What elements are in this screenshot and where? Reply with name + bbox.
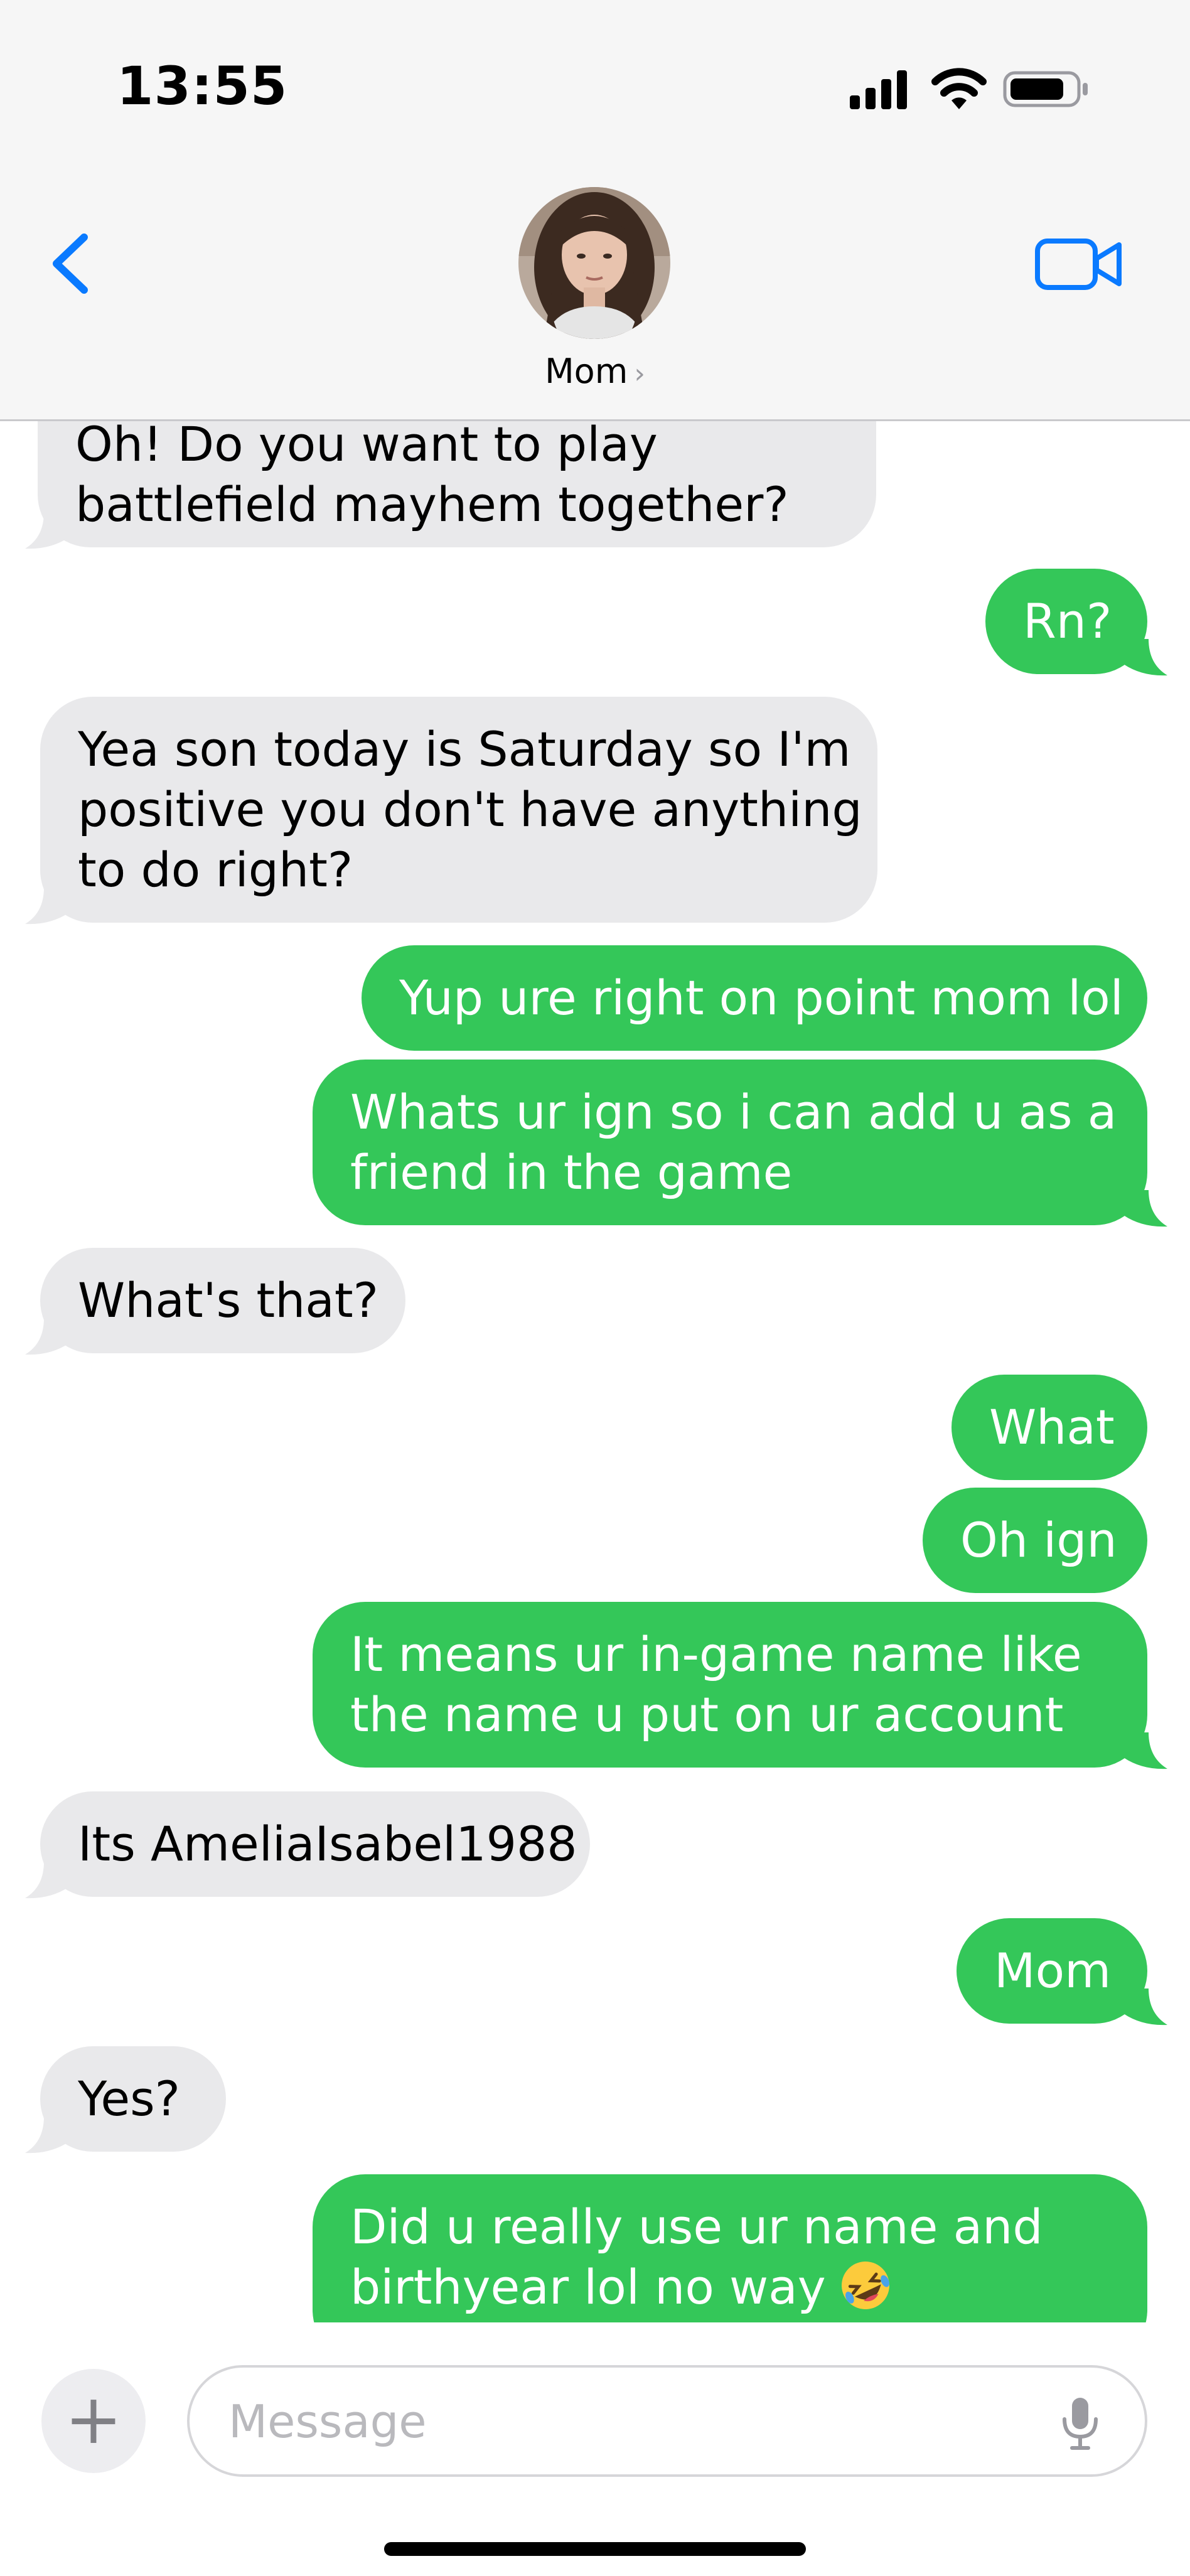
received-bubble-tail <box>25 1318 69 1355</box>
sent-message-bubble[interactable]: Did u really use ur name and birthyear l… <box>313 2174 1147 2322</box>
rolling-on-floor-laughing-emoji <box>841 2262 889 2309</box>
sent-message-bubble[interactable]: It means ur in-game name like the name u… <box>313 1602 1147 1768</box>
message-line: Its AmeliaIsabel1988 <box>78 1816 577 1872</box>
sent-bubble-tail <box>1123 1732 1167 1769</box>
message-line: Yes? <box>78 2071 181 2127</box>
sent-message-bubble[interactable]: Whats ur ign so i can add u as a friend … <box>313 1060 1147 1225</box>
sent-bubble-tail <box>1123 1988 1167 2026</box>
message-line: positive you don't have anything <box>78 781 862 837</box>
avatar-photo <box>518 187 670 339</box>
message-line: Oh! Do you want to play <box>75 419 658 472</box>
sent-message-bubble[interactable]: Oh ign <box>923 1488 1147 1593</box>
sent-message-bubble[interactable]: Mom <box>957 1918 1147 2024</box>
contact-name-button[interactable]: Mom › <box>0 352 1190 391</box>
received-bubble-tail <box>25 2117 69 2154</box>
wifi-icon <box>931 68 987 109</box>
message-line: Whats ur ign so i can add u as a <box>350 1084 1117 1140</box>
message-line: battlefield mayhem together? <box>75 476 789 532</box>
message-line: Oh ign <box>960 1512 1117 1568</box>
plus-icon: + <box>64 2379 123 2459</box>
received-bubble-tail <box>25 512 69 549</box>
microphone-icon[interactable] <box>1058 2395 1102 2452</box>
message-composer: + <box>0 2322 1190 2576</box>
message-thread[interactable]: Oh! Do you want to play battlefield mayh… <box>0 419 1190 2322</box>
received-bubble-tail <box>25 1862 69 1899</box>
message-line: the name u put on ur account <box>350 1687 1064 1742</box>
contact-name: Mom <box>545 352 628 391</box>
message-line: Yea son today is Saturday so I'm <box>78 721 851 777</box>
back-chevron-icon[interactable] <box>48 232 93 295</box>
received-bubble-tail <box>25 888 69 925</box>
received-message-bubble[interactable]: Oh! Do you want to play battlefield mayh… <box>38 419 876 547</box>
home-indicator <box>384 2542 806 2556</box>
message-line: What <box>989 1399 1115 1455</box>
received-message-bubble[interactable]: Yea son today is Saturday so I'm positiv… <box>40 697 877 923</box>
received-message-bubble[interactable]: What's that? <box>40 1248 405 1353</box>
sent-bubble-tail <box>1123 639 1167 676</box>
cellular-signal-icon <box>850 70 907 109</box>
message-line: It means ur in-game name like <box>350 1626 1082 1682</box>
sent-bubble-tail <box>1123 1190 1167 1227</box>
message-line: Yup ure right on point mom lol <box>399 970 1123 1026</box>
video-camera-icon[interactable] <box>1034 236 1123 292</box>
status-time: 13:55 <box>117 55 288 117</box>
add-attachment-button[interactable]: + <box>41 2369 146 2473</box>
battery-icon <box>1003 71 1088 107</box>
received-message-bubble[interactable]: Its AmeliaIsabel1988 <box>40 1791 590 1897</box>
message-line: friend in the game <box>350 1144 793 1200</box>
message-line: Mom <box>994 1943 1112 1999</box>
message-input[interactable] <box>227 2386 983 2457</box>
contact-name-chevron: › <box>634 358 645 390</box>
sent-message-bubble[interactable]: Yup ure right on point mom lol <box>362 945 1147 1051</box>
sent-message-bubble[interactable]: What <box>951 1375 1147 1480</box>
message-line: What's that? <box>78 1272 379 1328</box>
contact-avatar[interactable] <box>518 187 670 339</box>
conversation-header: 13:55 Mom › <box>0 0 1190 421</box>
message-line: Did u really use ur name and <box>350 2199 1043 2255</box>
message-line: to do right? <box>78 842 353 898</box>
message-line: Rn? <box>1023 593 1112 649</box>
message-input-field[interactable] <box>187 2365 1147 2477</box>
message-line: birthyear lol no way <box>350 2259 826 2315</box>
